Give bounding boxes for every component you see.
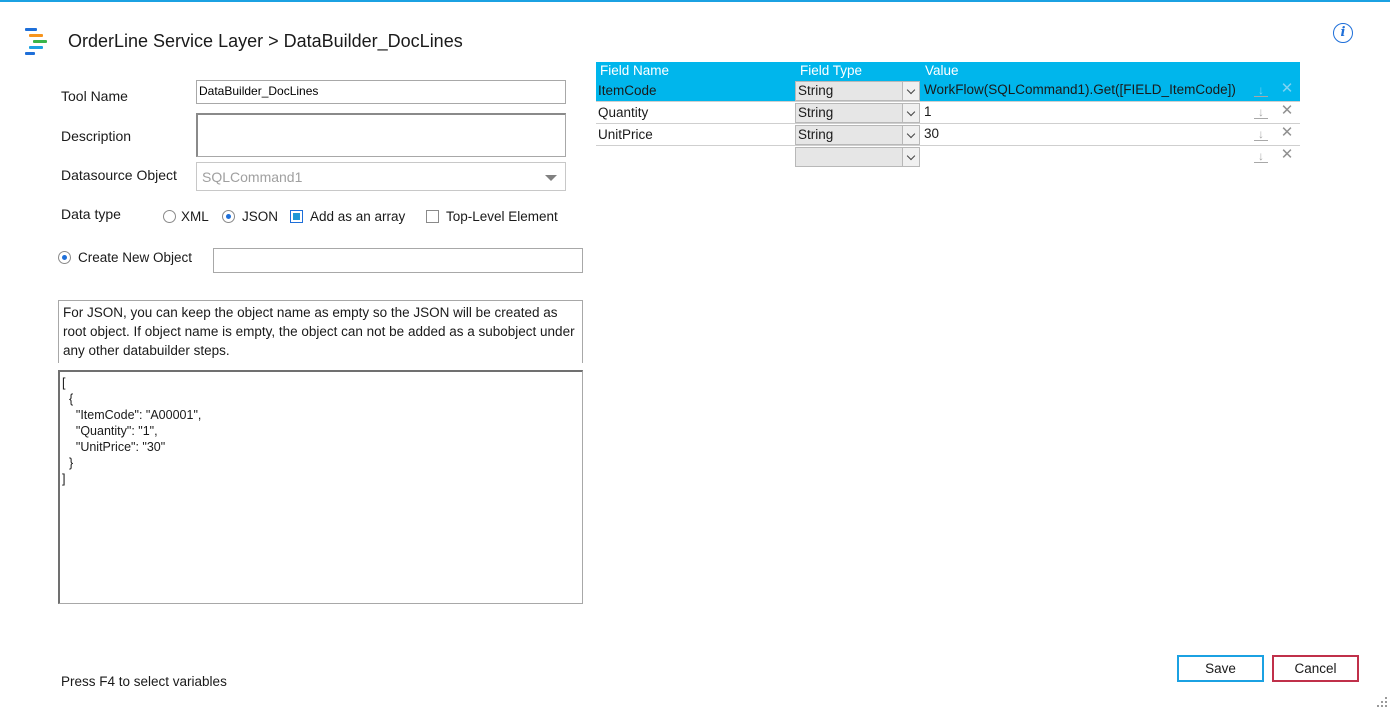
download-icon[interactable]: ↓ (1254, 105, 1268, 119)
download-icon[interactable]: ↓ (1254, 149, 1268, 163)
page-title: OrderLine Service Layer > DataBuilder_Do… (68, 31, 463, 51)
create-new-object-radio[interactable] (58, 251, 71, 264)
field-type-value: String (798, 127, 834, 142)
field-name-cell[interactable]: UnitPrice (598, 127, 653, 142)
value-cell[interactable]: 1 (922, 102, 1250, 123)
close-icon[interactable]: ✕ (1280, 103, 1294, 118)
info-icon[interactable]: i (1333, 23, 1353, 43)
field-type-combo[interactable]: String (795, 103, 920, 123)
datasource-select[interactable]: SQLCommand1 (196, 162, 566, 191)
resize-grip-icon[interactable] (1377, 697, 1387, 707)
datasource-label: Datasource Object (61, 167, 177, 183)
datasource-select-value: SQLCommand1 (202, 169, 303, 185)
xml-radio-label: XML (181, 209, 209, 224)
json-help-note: For JSON, you can keep the object name a… (58, 300, 583, 363)
grid-row[interactable]: UnitPrice String 30 ↓ ✕ (596, 124, 1300, 146)
chevron-down-icon[interactable] (902, 126, 919, 144)
create-new-object-label: Create New Object (78, 250, 193, 265)
field-type-value: String (798, 83, 834, 98)
add-as-array-checkbox[interactable] (290, 210, 303, 223)
f4-hint: Press F4 to select variables (61, 674, 227, 689)
description-label: Description (61, 128, 132, 144)
column-header-field-type[interactable]: Field Type (800, 63, 862, 78)
field-type-value: String (798, 105, 834, 120)
chevron-down-icon[interactable] (902, 148, 919, 166)
app-logo-icon (25, 28, 49, 56)
tool-name-input[interactable]: DataBuilder_DocLines (196, 80, 566, 104)
close-icon[interactable]: ✕ (1280, 147, 1294, 162)
save-button[interactable]: Save (1177, 655, 1264, 682)
json-preview[interactable]: [ { "ItemCode": "A00001", "Quantity": "1… (58, 370, 583, 604)
field-type-combo[interactable] (795, 147, 920, 167)
close-icon[interactable]: ✕ (1280, 125, 1294, 140)
grid-header: Field Name Field Type Value (596, 62, 1300, 80)
grid-row-new[interactable]: ↓ ✕ (596, 146, 1300, 168)
field-name-cell[interactable]: Quantity (598, 105, 648, 120)
field-type-combo[interactable]: String (795, 81, 920, 101)
grid-row[interactable]: ItemCode String WorkFlow(SQLCommand1).Ge… (596, 80, 1300, 102)
object-name-input[interactable] (213, 248, 583, 273)
download-icon[interactable]: ↓ (1254, 127, 1268, 141)
top-level-element-checkbox[interactable] (426, 210, 439, 223)
window-top-border (0, 0, 1390, 2)
json-radio-label: JSON (242, 209, 279, 224)
grid-row[interactable]: Quantity String 1 ↓ ✕ (596, 102, 1300, 124)
download-icon[interactable]: ↓ (1254, 83, 1268, 97)
chevron-down-icon[interactable] (902, 82, 919, 100)
xml-radio[interactable] (163, 210, 176, 223)
close-icon[interactable]: ✕ (1280, 81, 1294, 96)
tool-name-label: Tool Name (61, 88, 128, 104)
datatype-label: Data type (61, 206, 121, 222)
column-header-field-name[interactable]: Field Name (600, 63, 669, 78)
chevron-down-icon (545, 175, 557, 181)
value-cell[interactable] (922, 146, 1250, 167)
add-as-array-label: Add as an array (310, 209, 406, 224)
field-type-combo[interactable]: String (795, 125, 920, 145)
cancel-button[interactable]: Cancel (1272, 655, 1359, 682)
json-radio[interactable] (222, 210, 235, 223)
description-input[interactable] (196, 113, 566, 157)
top-level-element-label: Top-Level Element (446, 209, 558, 224)
column-header-value[interactable]: Value (925, 63, 959, 78)
value-cell[interactable]: WorkFlow(SQLCommand1).Get([FIELD_ItemCod… (922, 80, 1250, 101)
chevron-down-icon[interactable] (902, 104, 919, 122)
field-name-cell[interactable]: ItemCode (598, 83, 657, 98)
value-cell[interactable]: 30 (922, 124, 1250, 145)
